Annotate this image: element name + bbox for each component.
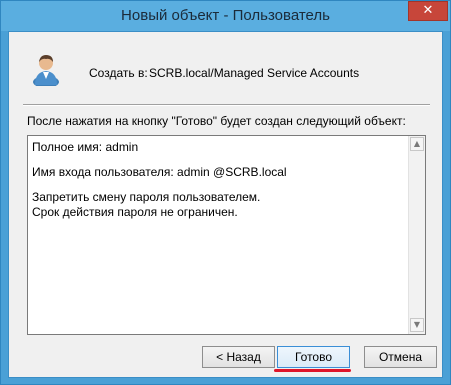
title-bar[interactable]: Новый объект - Пользователь ✕ [1,1,450,31]
user-icon [33,55,59,86]
create-in-label: Создать в: [89,66,148,80]
back-button[interactable]: < Назад [202,346,275,368]
divider [23,104,430,106]
finish-highlight-underline [274,369,351,372]
summary-textbox[interactable]: Полное имя: admin Имя входа пользователя… [27,135,426,335]
summary-line-full-name: Полное имя: admin [32,140,139,154]
summary-caption: После нажатия на кнопку "Готово" будет с… [27,114,406,128]
cancel-button[interactable]: Отмена [364,346,437,368]
summary-line-logon-name: Имя входа пользователя: admin @SCRB.loca… [32,165,287,179]
dialog-window: Новый объект - Пользователь ✕ Создать в:… [0,0,451,385]
window-title: Новый объект - Пользователь [121,7,330,24]
summary-line-password-change: Запретить смену пароля пользователем. [32,190,261,204]
dialog-client-area: Создать в: SCRB.local/Managed Service Ac… [8,31,443,378]
container-path: SCRB.local/Managed Service Accounts [149,66,360,80]
vertical-scrollbar[interactable]: ▲ ▼ [408,136,425,334]
summary-line-password-expiry: Срок действия пароля не ограничен. [32,205,238,219]
scroll-down-icon[interactable]: ▼ [410,318,424,332]
scroll-up-icon[interactable]: ▲ [410,137,424,151]
close-button[interactable]: ✕ [408,1,448,21]
finish-button[interactable]: Готово [277,346,350,368]
